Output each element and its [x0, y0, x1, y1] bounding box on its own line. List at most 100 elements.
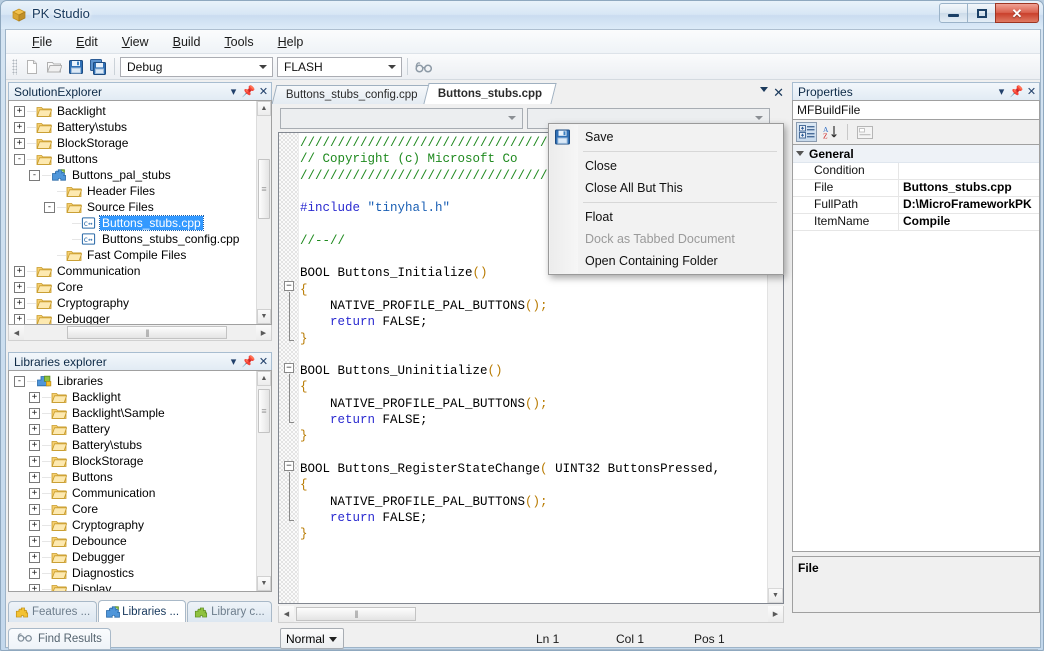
maximize-button[interactable] [967, 3, 996, 23]
property-row[interactable]: ItemName Compile [793, 214, 1039, 231]
alphabetical-view-button[interactable]: A Z [820, 122, 841, 142]
collapse-icon[interactable]: - [14, 153, 25, 165]
code-scroll-down[interactable]: ▼ [768, 588, 783, 603]
menu-view[interactable]: View [110, 32, 161, 52]
expand-icon[interactable]: + [14, 137, 25, 149]
code-scroll-right[interactable]: ▶ [768, 606, 783, 622]
code-hscroll-thumb[interactable] [296, 607, 416, 621]
pin-icon[interactable]: 📌 [241, 84, 256, 99]
save-button[interactable] [65, 56, 87, 78]
fold-marker[interactable]: − [284, 363, 294, 373]
panel-menu-button[interactable]: ▾ [226, 84, 241, 99]
find-glasses-button[interactable] [413, 56, 435, 78]
tree-item[interactable]: Fast Compile Files [11, 247, 271, 263]
expand-icon[interactable]: + [29, 519, 40, 531]
tree-item[interactable]: - Source Files [11, 199, 271, 215]
context-menu-item[interactable]: Open Containing Folder [549, 250, 783, 272]
context-menu-item[interactable]: Save [549, 126, 783, 148]
close-button[interactable]: ✕ [995, 3, 1039, 23]
solution-tree-hscrollbar[interactable]: ◀ ▶ [8, 325, 272, 341]
property-value[interactable]: D:\MicroFrameworkPK [899, 197, 1039, 213]
properties-grid[interactable]: General Condition File Buttons_stubs.cpp Fu… [792, 144, 1040, 552]
editor-tab-0[interactable]: Buttons_stubs_config.cpp [271, 85, 433, 104]
scroll-left-arrow[interactable]: ◀ [9, 325, 24, 340]
tree-item[interactable]: + Backlight [11, 103, 271, 119]
context-menu-item[interactable]: Float [549, 206, 783, 228]
fold-margin[interactable]: − − − [279, 133, 299, 603]
tree-item[interactable]: + Debounce [11, 533, 271, 549]
tree-item[interactable]: + Backlight [11, 389, 271, 405]
tree-item[interactable]: + Battery [11, 421, 271, 437]
tree-item[interactable]: + Cryptography [11, 517, 271, 533]
tree-item[interactable]: + Backlight\Sample [11, 405, 271, 421]
scroll-right-arrow[interactable]: ▶ [256, 325, 271, 340]
close-icon-3[interactable]: ✕ [1024, 84, 1039, 99]
configuration-combo[interactable]: Debug [120, 56, 273, 77]
solution-tree-vscrollbar[interactable]: ▲ ▼ [256, 101, 271, 324]
solution-explorer-tree[interactable]: + Backlight + Battery\stubs + BlockStorage - Bu… [8, 100, 272, 325]
editor-tab-1[interactable]: Buttons_stubs.cpp [423, 83, 557, 104]
expand-icon[interactable]: + [29, 439, 40, 451]
scroll-thumb[interactable] [258, 159, 270, 219]
tab-list-chevron-icon[interactable] [760, 87, 768, 92]
tab-context-menu[interactable]: Save Close Close All But This Float Dock as … [548, 123, 784, 275]
property-value[interactable] [899, 163, 1039, 179]
panel-menu-button-3[interactable]: ▾ [994, 84, 1009, 99]
close-icon[interactable]: ✕ [256, 84, 271, 99]
property-row[interactable]: Condition [793, 163, 1039, 180]
tree-item[interactable]: - Buttons_pal_stubs [11, 167, 271, 183]
tree-item[interactable]: + Communication [11, 263, 271, 279]
new-file-button[interactable] [21, 56, 43, 78]
tree-item[interactable]: c↔ Buttons_stubs.cpp [11, 215, 271, 231]
tab-find-results[interactable]: Find Results [8, 628, 111, 649]
scroll-thumb-h[interactable] [67, 326, 227, 339]
dock-tab-0[interactable]: Features ... [8, 601, 98, 622]
menu-help[interactable]: Help [266, 32, 316, 52]
tree-item[interactable]: + Communication [11, 485, 271, 501]
pin-icon-2[interactable]: 📌 [241, 354, 256, 369]
tree-item[interactable]: + Diagnostics [11, 565, 271, 581]
expand-icon[interactable]: + [14, 313, 25, 324]
libraries-tree-vscrollbar[interactable]: ▲ ▼ [256, 371, 271, 591]
fold-marker[interactable]: − [284, 461, 294, 471]
property-value[interactable]: Compile [899, 214, 1039, 230]
tree-item[interactable]: + Debugger [11, 311, 271, 324]
tree-item[interactable]: - Buttons [11, 151, 271, 167]
expand-icon[interactable]: + [14, 105, 25, 117]
expand-icon[interactable]: + [29, 455, 40, 467]
expand-icon[interactable]: + [29, 471, 40, 483]
collapse-icon[interactable]: - [14, 375, 25, 387]
scroll-thumb-2[interactable] [258, 389, 270, 433]
dock-tab-2[interactable]: Library c... [187, 601, 272, 622]
expand-icon[interactable]: + [14, 297, 25, 309]
tab-close-icon[interactable]: ✕ [773, 85, 784, 101]
panel-menu-button-2[interactable]: ▾ [226, 354, 241, 369]
tree-item[interactable]: + BlockStorage [11, 135, 271, 151]
property-row[interactable]: FullPath D:\MicroFrameworkPK [793, 197, 1039, 214]
type-nav-combo[interactable] [280, 107, 523, 129]
target-combo[interactable]: FLASH [277, 56, 402, 77]
minimize-button[interactable] [939, 3, 968, 23]
libraries-explorer-tree[interactable]: - Libraries + Backlight + Backlight\Sample + Ba… [8, 370, 272, 592]
property-row[interactable]: File Buttons_stubs.cpp [793, 180, 1039, 197]
expand-icon[interactable]: + [29, 423, 40, 435]
context-menu-item[interactable]: Close All But This [549, 177, 783, 199]
property-value[interactable]: Buttons_stubs.cpp [899, 180, 1039, 196]
tree-item[interactable]: - Libraries [11, 373, 271, 389]
collapse-icon[interactable]: - [44, 201, 55, 213]
expand-icon[interactable]: + [29, 535, 40, 547]
properties-category-row[interactable]: General [793, 145, 1039, 163]
menu-edit[interactable]: Edit [64, 32, 110, 52]
context-menu-item[interactable]: Close [549, 155, 783, 177]
tree-item[interactable]: + Display [11, 581, 271, 591]
scroll-down-arrow[interactable]: ▼ [257, 309, 271, 324]
expand-icon[interactable]: + [14, 121, 25, 133]
pin-icon-3[interactable]: 📌 [1009, 84, 1024, 99]
tree-item[interactable]: + Debugger [11, 549, 271, 565]
menu-file[interactable]: File [20, 32, 64, 52]
tree-item[interactable]: + Cryptography [11, 295, 271, 311]
tree-item[interactable]: + BlockStorage [11, 453, 271, 469]
tree-item[interactable]: + Battery\stubs [11, 119, 271, 135]
tree-item[interactable]: c↔ Buttons_stubs_config.cpp [11, 231, 271, 247]
expand-icon[interactable]: + [29, 551, 40, 563]
